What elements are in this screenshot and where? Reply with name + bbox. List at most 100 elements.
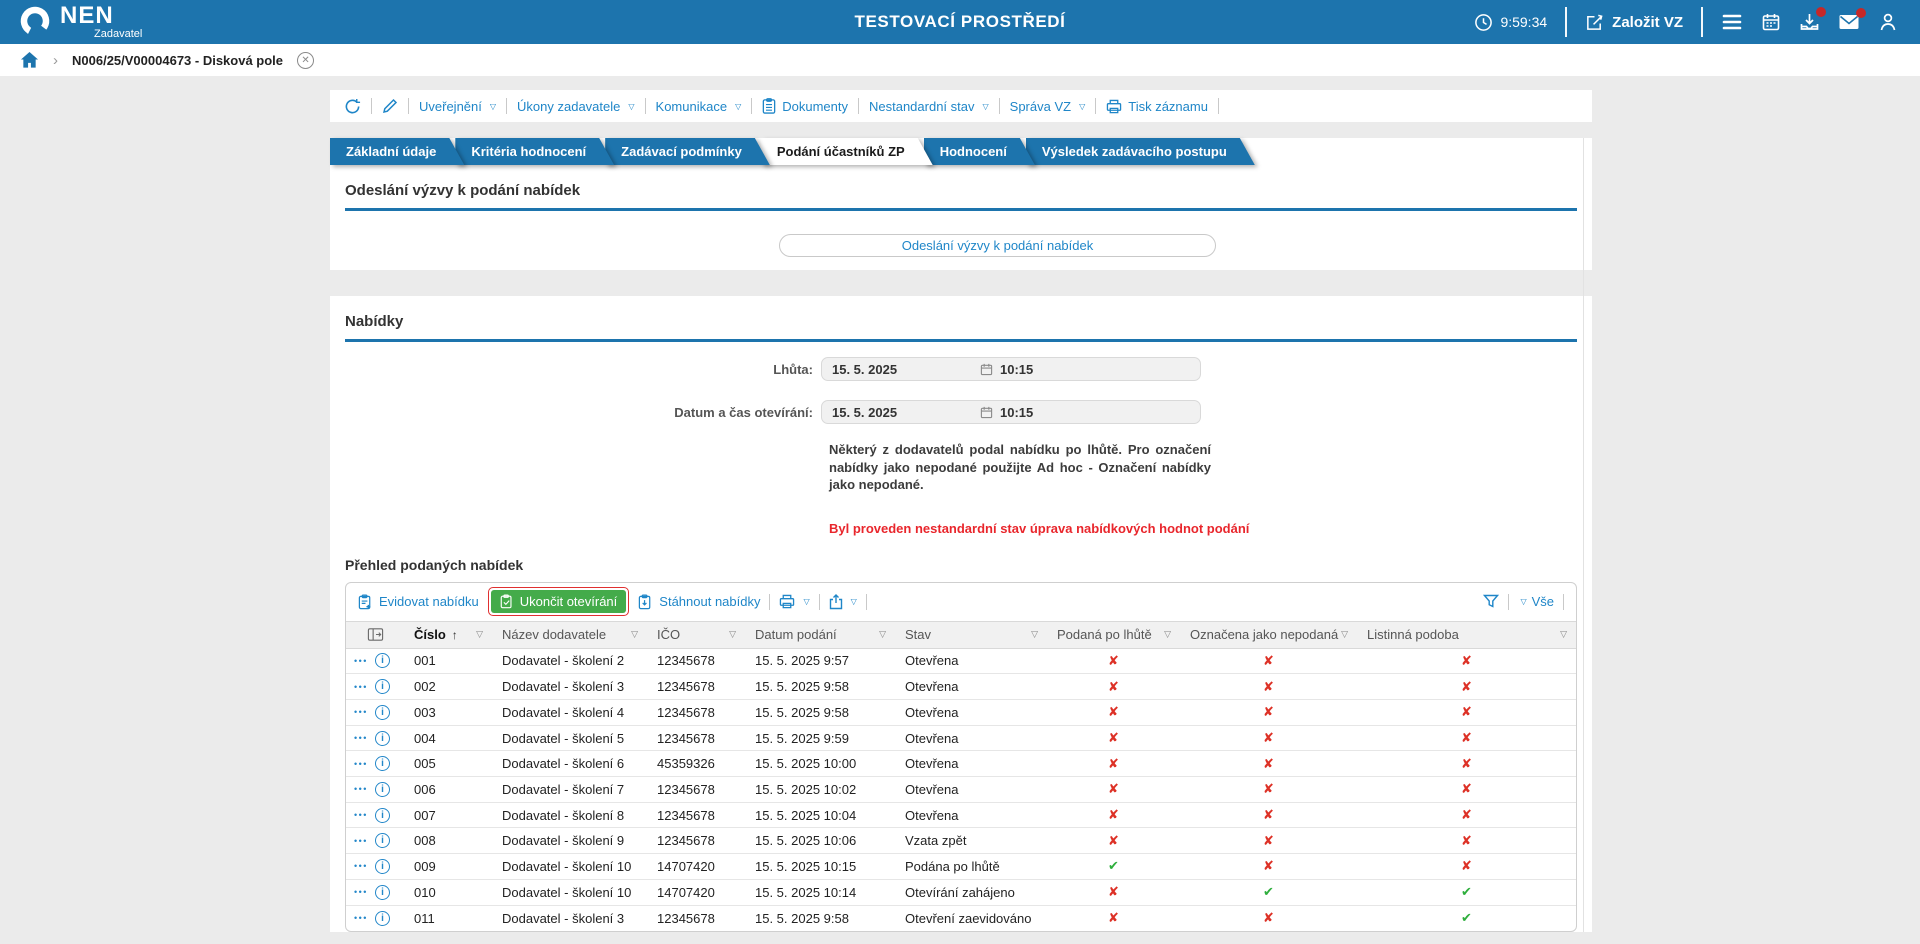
- opening-date-value[interactable]: 15. 5. 2025: [822, 405, 980, 420]
- filter-funnel-icon[interactable]: [1483, 594, 1499, 609]
- record-offer-button[interactable]: Evidovat nabídku: [358, 594, 479, 610]
- deadline-field[interactable]: 15. 5. 2025 10:15: [821, 357, 1201, 381]
- filter-chevron-icon[interactable]: ▽: [729, 629, 736, 640]
- menu-button[interactable]: [1721, 13, 1743, 31]
- row-info-button[interactable]: i: [375, 679, 390, 694]
- row-menu-button[interactable]: •••: [354, 656, 368, 666]
- row-menu-button[interactable]: •••: [354, 836, 368, 846]
- profile-button[interactable]: [1878, 12, 1898, 32]
- table-row[interactable]: •••i005Dodavatel - školení 64535932615. …: [346, 751, 1576, 777]
- opening-field[interactable]: 15. 5. 2025 10:15: [821, 400, 1201, 424]
- filter-all-button[interactable]: ▽ Vše: [1518, 594, 1554, 609]
- row-menu-button[interactable]: •••: [354, 733, 368, 743]
- row-menu-button[interactable]: •••: [354, 861, 368, 871]
- tab-bar: Základní údaje Kritéria hodnocení Zadáva…: [330, 138, 1592, 165]
- cross-icon: ✘: [1180, 653, 1357, 669]
- column-header-po-lhute[interactable]: Podaná po lhůtě▽: [1047, 622, 1180, 648]
- row-menu-button[interactable]: •••: [354, 759, 368, 769]
- row-menu-button[interactable]: •••: [354, 913, 368, 923]
- column-header-listinna[interactable]: Listinná podoba▽: [1357, 622, 1576, 648]
- row-info-button[interactable]: i: [375, 833, 390, 848]
- row-actions: ••• i: [346, 833, 404, 848]
- table-row[interactable]: •••i002Dodavatel - školení 31234567815. …: [346, 674, 1576, 700]
- nen-logo[interactable]: NEN Zadavatel: [18, 4, 142, 40]
- menu-komunikace[interactable]: Komunikace▽: [656, 99, 742, 114]
- table-row[interactable]: •••i004Dodavatel - školení 51234567815. …: [346, 726, 1576, 752]
- print-record-button[interactable]: Tisk záznamu: [1106, 99, 1208, 114]
- row-info-button[interactable]: i: [375, 653, 390, 668]
- filter-chevron-icon[interactable]: ▽: [631, 629, 638, 640]
- tab-hodnoceni[interactable]: Hodnocení: [924, 138, 1035, 165]
- row-actions: ••• i: [346, 653, 404, 668]
- table-row[interactable]: •••i008Dodavatel - školení 91234567815. …: [346, 828, 1576, 854]
- calendar-small-icon[interactable]: [980, 363, 993, 376]
- row-info-button[interactable]: i: [375, 756, 390, 771]
- section-gap: [330, 270, 1592, 296]
- tab-podani-ucastniku-zp[interactable]: Podání účastníků ZP: [761, 138, 933, 165]
- deadline-time-value[interactable]: 10:15: [1000, 362, 1033, 377]
- menu-uverejneni[interactable]: Uveřejnění▽: [419, 99, 496, 114]
- filter-chevron-icon[interactable]: ▽: [1164, 629, 1171, 640]
- column-header-datum[interactable]: Datum podání▽: [745, 622, 895, 648]
- menu-ukony-zadavatele[interactable]: Úkony zadavatele▽: [517, 99, 635, 114]
- menu-dokumenty[interactable]: Dokumenty: [762, 98, 848, 114]
- tab-kriteria-hodnoceni[interactable]: Kritéria hodnocení: [455, 138, 614, 165]
- export-button[interactable]: ▽: [829, 594, 857, 610]
- calendar-button[interactable]: [1761, 12, 1781, 32]
- row-info-button[interactable]: i: [375, 782, 390, 797]
- breadcrumb-item[interactable]: N006/25/V00004673 - Disková pole: [72, 53, 283, 68]
- scrollbar[interactable]: [1583, 138, 1592, 932]
- home-icon[interactable]: [20, 51, 39, 69]
- column-settings-button[interactable]: [346, 622, 404, 648]
- row-info-button[interactable]: i: [375, 885, 390, 900]
- table-header: Číslo ↑ ▽ Název dodavatele▽ IČO▽ Datum p…: [346, 621, 1576, 649]
- divider: [858, 98, 859, 114]
- calendar-small-icon[interactable]: [980, 406, 993, 419]
- table-row[interactable]: •••i009Dodavatel - školení 101470742015.…: [346, 854, 1576, 880]
- filter-chevron-icon[interactable]: ▽: [879, 629, 886, 640]
- row-info-button[interactable]: i: [375, 859, 390, 874]
- menu-sprava-vz[interactable]: Správa VZ▽: [1010, 99, 1086, 114]
- row-menu-button[interactable]: •••: [354, 707, 368, 717]
- row-info-button[interactable]: i: [375, 731, 390, 746]
- table-row[interactable]: •••i011Dodavatel - školení 31234567815. …: [346, 906, 1576, 932]
- close-tab-icon[interactable]: ✕: [297, 52, 314, 69]
- row-menu-button[interactable]: •••: [354, 784, 368, 794]
- table-row[interactable]: •••i010Dodavatel - školení 101470742015.…: [346, 880, 1576, 906]
- tab-zadavaci-podminky[interactable]: Zadávací podmínky: [605, 138, 770, 165]
- row-info-button[interactable]: i: [375, 911, 390, 926]
- deadline-date-value[interactable]: 15. 5. 2025: [822, 362, 980, 377]
- table-row[interactable]: •••i003Dodavatel - školení 41234567815. …: [346, 700, 1576, 726]
- opening-time-value[interactable]: 10:15: [1000, 405, 1033, 420]
- menu-nestandardni-stav[interactable]: Nestandardní stav▽: [869, 99, 989, 114]
- send-call-button[interactable]: Odeslání výzvy k podání nabídek: [779, 234, 1216, 257]
- table-row[interactable]: •••i006Dodavatel - školení 71234567815. …: [346, 777, 1576, 803]
- end-opening-button[interactable]: Ukončit otevírání: [491, 590, 627, 613]
- column-header-cislo[interactable]: Číslo ↑ ▽: [404, 622, 492, 648]
- row-menu-button[interactable]: •••: [354, 810, 368, 820]
- column-header-nepodana[interactable]: Označena jako nepodaná▽: [1180, 622, 1357, 648]
- create-vz-button[interactable]: Založit VZ: [1585, 13, 1683, 32]
- column-header-ico[interactable]: IČO▽: [647, 622, 745, 648]
- filter-chevron-icon[interactable]: ▽: [1031, 629, 1038, 640]
- filter-chevron-icon[interactable]: ▽: [1560, 629, 1567, 640]
- table-row[interactable]: •••i007Dodavatel - školení 81234567815. …: [346, 803, 1576, 829]
- column-header-stav[interactable]: Stav▽: [895, 622, 1047, 648]
- tab-vysledek-zadavaciho-postupu[interactable]: Výsledek zadávacího postupu: [1026, 138, 1255, 165]
- row-info-button[interactable]: i: [375, 808, 390, 823]
- row-menu-button[interactable]: •••: [354, 887, 368, 897]
- table-row[interactable]: •••i001Dodavatel - školení 21234567815. …: [346, 649, 1576, 675]
- cell-status: Podána po lhůtě: [895, 859, 1047, 874]
- row-info-button[interactable]: i: [375, 705, 390, 720]
- tab-zakladni-udaje[interactable]: Základní údaje: [330, 138, 464, 165]
- refresh-button[interactable]: [344, 98, 361, 115]
- column-header-nazev[interactable]: Název dodavatele▽: [492, 622, 647, 648]
- edit-record-button[interactable]: [382, 98, 398, 114]
- filter-chevron-icon[interactable]: ▽: [1341, 629, 1348, 640]
- download-offers-button[interactable]: Stáhnout nabídky: [638, 594, 760, 610]
- print-table-button[interactable]: ▽: [779, 594, 809, 609]
- messages-button[interactable]: [1838, 13, 1860, 31]
- filter-chevron-icon[interactable]: ▽: [476, 629, 483, 640]
- downloads-button[interactable]: [1799, 12, 1820, 32]
- row-menu-button[interactable]: •••: [354, 682, 368, 692]
